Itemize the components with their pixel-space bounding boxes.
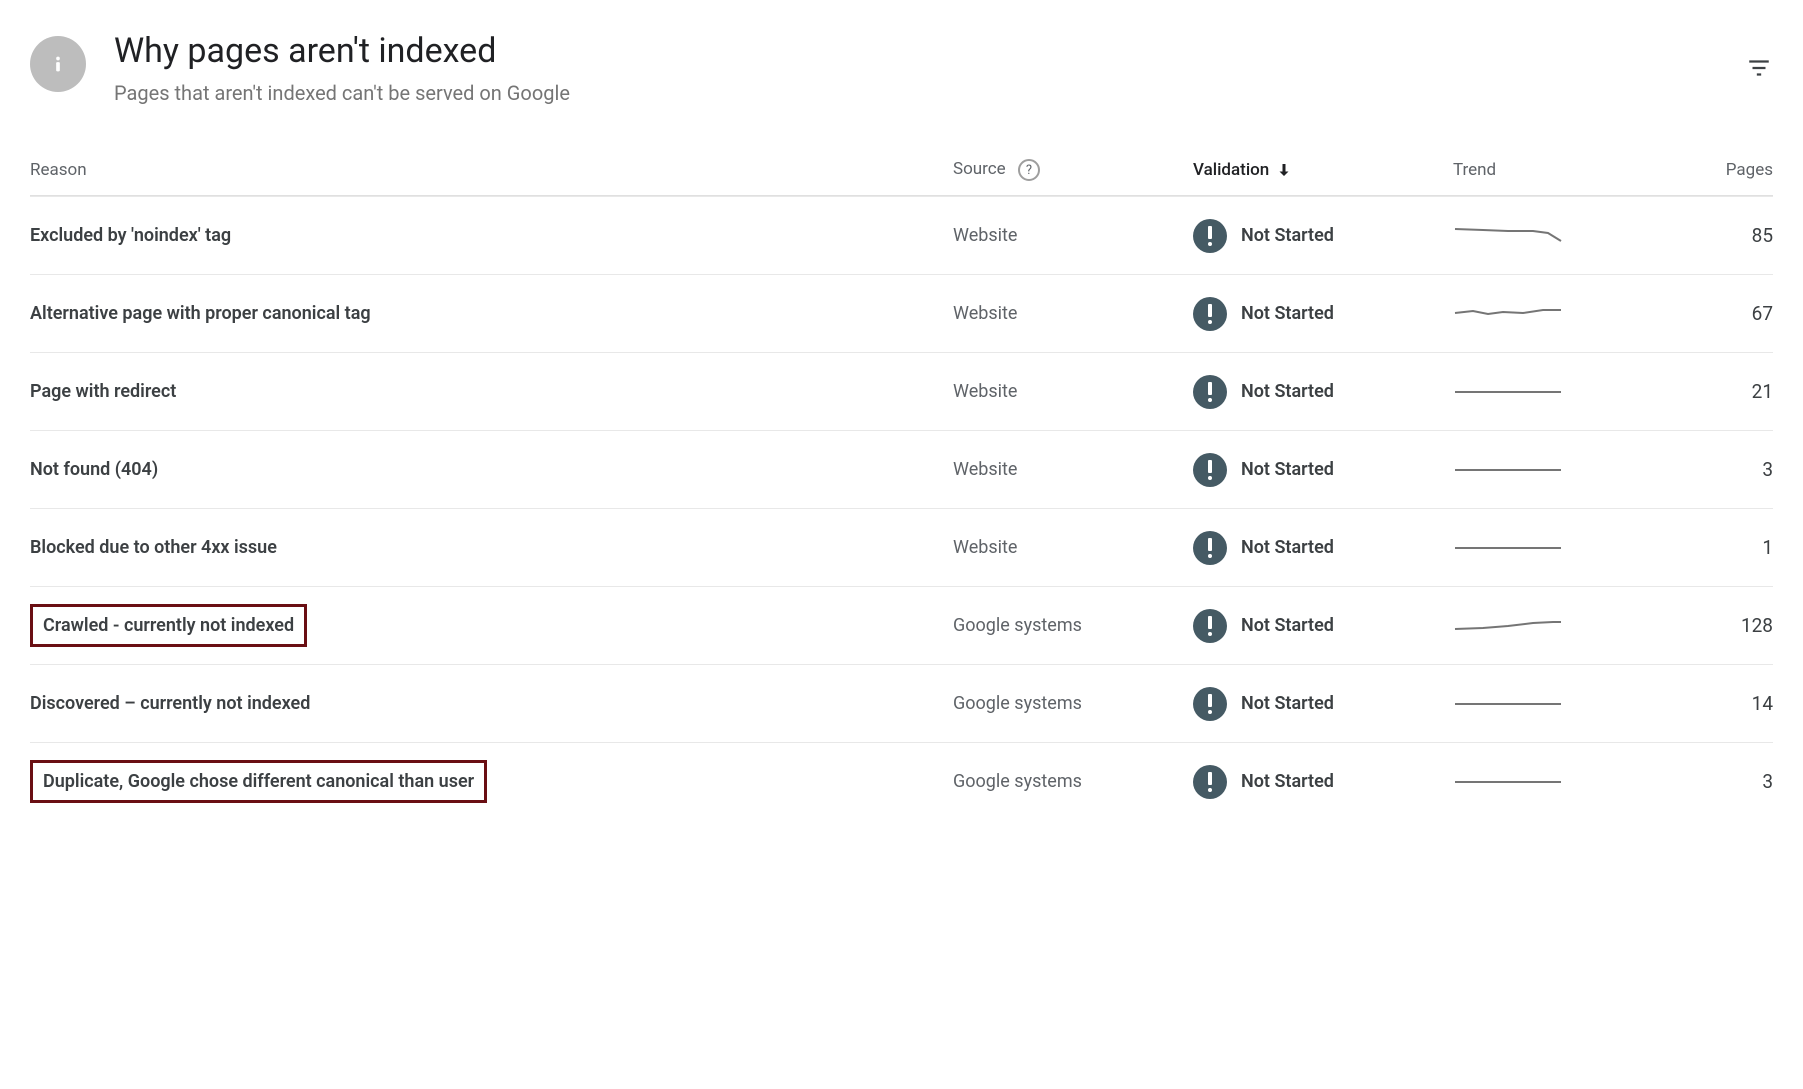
- trend-sparkline: [1453, 691, 1653, 717]
- reason-cell: Discovered – currently not indexed: [30, 693, 953, 714]
- exclamation-icon: [1193, 297, 1227, 331]
- reason-cell: Excluded by 'noindex' tag: [30, 225, 953, 246]
- validation-text: Not Started: [1241, 537, 1334, 558]
- pages-cell: 67: [1653, 302, 1773, 325]
- validation-cell: Not Started: [1193, 219, 1453, 253]
- info-icon: [30, 36, 86, 92]
- help-icon[interactable]: ?: [1018, 159, 1040, 181]
- reason-cell: Duplicate, Google chose different canoni…: [30, 760, 953, 803]
- trend-sparkline: [1453, 613, 1653, 639]
- table-row[interactable]: Alternative page with proper canonical t…: [30, 274, 1773, 352]
- page-subtitle: Pages that aren't indexed can't be serve…: [114, 81, 1717, 105]
- validation-cell: Not Started: [1193, 453, 1453, 487]
- table-row[interactable]: Page with redirectWebsite Not Started 21: [30, 352, 1773, 430]
- table-row[interactable]: Discovered – currently not indexedGoogle…: [30, 664, 1773, 742]
- reason-cell: Blocked due to other 4xx issue: [30, 537, 953, 558]
- pages-cell: 3: [1653, 458, 1773, 481]
- exclamation-icon: [1193, 375, 1227, 409]
- validation-text: Not Started: [1241, 381, 1334, 402]
- trend-sparkline: [1453, 769, 1653, 795]
- table-row[interactable]: Duplicate, Google chose different canoni…: [30, 742, 1773, 820]
- table-row[interactable]: Blocked due to other 4xx issueWebsite Not…: [30, 508, 1773, 586]
- filter-icon[interactable]: [1745, 54, 1773, 82]
- pages-cell: 128: [1653, 614, 1773, 637]
- pages-cell: 14: [1653, 692, 1773, 715]
- validation-text: Not Started: [1241, 615, 1334, 636]
- validation-text: Not Started: [1241, 771, 1334, 792]
- source-cell: Google systems: [953, 615, 1193, 636]
- source-cell: Website: [953, 225, 1193, 246]
- col-source-header[interactable]: Source ?: [953, 159, 1193, 182]
- table-row[interactable]: Excluded by 'noindex' tagWebsite Not Star…: [30, 196, 1773, 274]
- source-cell: Website: [953, 459, 1193, 480]
- exclamation-icon: [1193, 609, 1227, 643]
- source-cell: Website: [953, 303, 1193, 324]
- arrow-down-icon: [1275, 161, 1293, 179]
- validation-text: Not Started: [1241, 693, 1334, 714]
- reason-cell: Not found (404): [30, 459, 953, 480]
- col-pages-header[interactable]: Pages: [1653, 160, 1773, 180]
- exclamation-icon: [1193, 453, 1227, 487]
- trend-sparkline: [1453, 223, 1653, 249]
- validation-text: Not Started: [1241, 303, 1334, 324]
- trend-sparkline: [1453, 457, 1653, 483]
- page-header: Why pages aren't indexed Pages that aren…: [30, 20, 1773, 145]
- col-trend-header[interactable]: Trend: [1453, 160, 1653, 180]
- col-reason-header[interactable]: Reason: [30, 160, 953, 180]
- pages-cell: 85: [1653, 224, 1773, 247]
- validation-cell: Not Started: [1193, 297, 1453, 331]
- pages-cell: 21: [1653, 380, 1773, 403]
- pages-cell: 1: [1653, 536, 1773, 559]
- exclamation-icon: [1193, 765, 1227, 799]
- validation-cell: Not Started: [1193, 609, 1453, 643]
- table-row[interactable]: Crawled - currently not indexedGoogle sy…: [30, 586, 1773, 664]
- validation-text: Not Started: [1241, 225, 1334, 246]
- validation-cell: Not Started: [1193, 375, 1453, 409]
- validation-text: Not Started: [1241, 459, 1334, 480]
- col-validation-header[interactable]: Validation: [1193, 160, 1453, 180]
- trend-sparkline: [1453, 379, 1653, 405]
- pages-cell: 3: [1653, 770, 1773, 793]
- reason-cell: Alternative page with proper canonical t…: [30, 303, 953, 324]
- table-row[interactable]: Not found (404)Website Not Started 3: [30, 430, 1773, 508]
- validation-cell: Not Started: [1193, 765, 1453, 799]
- trend-sparkline: [1453, 535, 1653, 561]
- trend-sparkline: [1453, 301, 1653, 327]
- reason-cell: Page with redirect: [30, 381, 953, 402]
- source-cell: Google systems: [953, 693, 1193, 714]
- exclamation-icon: [1193, 531, 1227, 565]
- source-cell: Google systems: [953, 771, 1193, 792]
- validation-cell: Not Started: [1193, 531, 1453, 565]
- source-cell: Website: [953, 381, 1193, 402]
- source-cell: Website: [953, 537, 1193, 558]
- exclamation-icon: [1193, 219, 1227, 253]
- page-title: Why pages aren't indexed: [114, 30, 1717, 73]
- reason-cell: Crawled - currently not indexed: [30, 604, 953, 647]
- table-header: Reason Source ? Validation Trend Pages: [30, 145, 1773, 197]
- validation-cell: Not Started: [1193, 687, 1453, 721]
- indexing-table: Reason Source ? Validation Trend Pages E…: [30, 145, 1773, 821]
- exclamation-icon: [1193, 687, 1227, 721]
